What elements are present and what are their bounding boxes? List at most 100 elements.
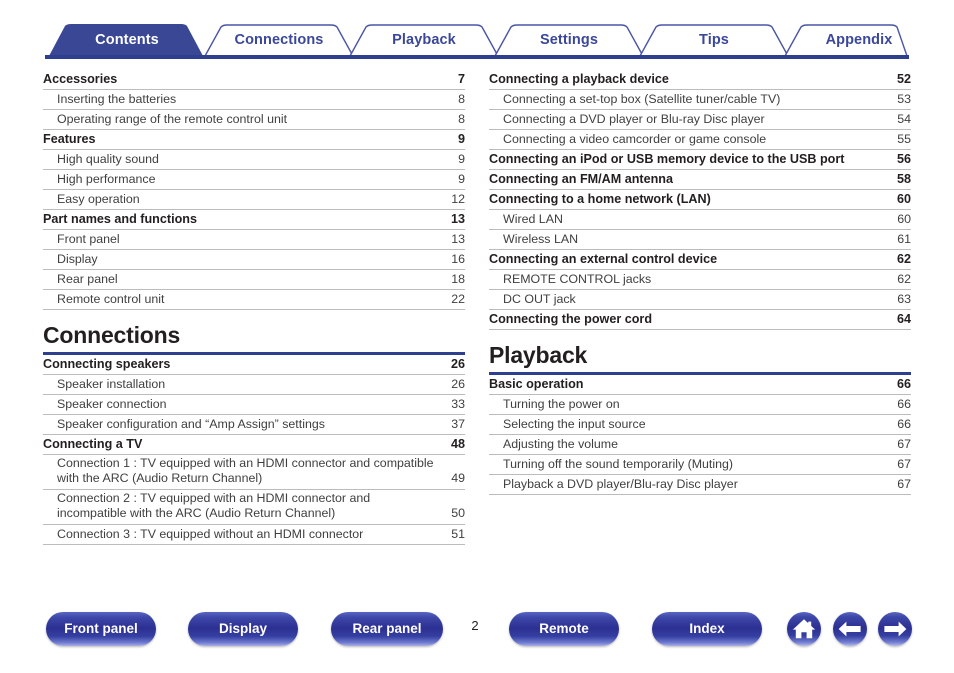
toc-entry-page: 52 xyxy=(896,72,911,86)
toc-entry-title: Features xyxy=(43,132,96,146)
toc-entry-row[interactable]: Easy operation 12 xyxy=(43,190,465,210)
tab-settings[interactable]: Settings xyxy=(495,24,643,56)
index-button[interactable]: Index xyxy=(652,612,762,646)
page-number: 2 xyxy=(471,618,479,633)
toc-entry-page: 37 xyxy=(451,416,465,431)
tab-appendix[interactable]: Appendix xyxy=(785,24,933,56)
toc-entry-title: Rear panel xyxy=(57,272,118,286)
forward-button[interactable] xyxy=(878,612,912,646)
toc-entry-page: 66 xyxy=(896,376,911,391)
toc-entry-row[interactable]: DC OUT jack 63 xyxy=(489,290,911,310)
toc-entry-page: 53 xyxy=(897,92,911,106)
toc-entry-title: Connecting an external control device xyxy=(489,252,718,266)
toc-entry-title: Connection 1 : TV equipped with an HDMI … xyxy=(57,455,434,486)
remote-button[interactable]: Remote xyxy=(509,612,619,646)
toc-entry-title: Connecting a video camcorder or game con… xyxy=(503,132,767,146)
toc-entry-row[interactable]: Rear panel 18 xyxy=(43,270,465,290)
toc-entry-row[interactable]: Speaker installation 26 xyxy=(43,375,465,395)
toc-chapter-row[interactable]: Connecting the power cord 64 xyxy=(489,310,911,330)
toc-entry-row[interactable]: Wireless LAN 61 xyxy=(489,230,911,250)
toc-entry-title: Connection 3 : TV equipped without an HD… xyxy=(57,526,364,541)
toc-entry-row[interactable]: High quality sound 9 xyxy=(43,150,465,170)
toc-chapter-row[interactable]: Accessories 7 xyxy=(43,70,465,90)
toc-entry-page: 8 xyxy=(458,92,465,106)
tab-connections[interactable]: Connections xyxy=(205,24,353,56)
toc-entry-page: 33 xyxy=(451,396,465,411)
toc-entry-title: Connecting the power cord xyxy=(489,312,653,326)
toc-chapter-row[interactable]: Part names and functions 13 xyxy=(43,210,465,230)
toc-chapter-row[interactable]: Features 9 xyxy=(43,130,465,150)
rear-panel-button[interactable]: Rear panel xyxy=(331,612,443,646)
toc-entry-page: 48 xyxy=(450,436,465,451)
toc-entry-page: 12 xyxy=(451,192,465,206)
toc-entry-row[interactable]: Turning the power on 66 xyxy=(489,395,911,415)
tab-bar: Contents Connections Playback Settings T… xyxy=(45,24,909,60)
toc-entry-title: Connecting a playback device xyxy=(489,72,669,86)
toc-entry-title: Connecting a DVD player or Blu-ray Disc … xyxy=(503,112,765,126)
back-button[interactable] xyxy=(833,612,867,646)
toc-entry-row[interactable]: Speaker connection 33 xyxy=(43,395,465,415)
toc-entry-row[interactable]: Adjusting the volume 67 xyxy=(489,435,911,455)
toc-chapter-row[interactable]: Connecting an FM/AM antenna 58 xyxy=(489,170,911,190)
toc-entry-row[interactable]: Remote control unit 22 xyxy=(43,290,465,310)
toc-entry-row[interactable]: High performance 9 xyxy=(43,170,465,190)
toc-entry-page: 58 xyxy=(896,172,911,186)
toc-entry-page: 64 xyxy=(896,312,911,326)
toc-entry-title: Connecting an FM/AM antenna xyxy=(489,172,674,186)
toc-entry-title: Adjusting the volume xyxy=(503,436,619,451)
toc-entry-title: High quality sound xyxy=(57,152,159,166)
toc-entry-page: 62 xyxy=(897,272,911,286)
toc-chapter-row[interactable]: Connecting speakers 26 xyxy=(43,355,465,375)
toc-entry-page: 67 xyxy=(897,476,911,491)
arrow-left-icon xyxy=(838,621,861,637)
toc-entry-row[interactable]: Inserting the batteries 8 xyxy=(43,90,465,110)
front-panel-button[interactable]: Front panel xyxy=(46,612,156,646)
toc-entry-title: DC OUT jack xyxy=(503,292,576,306)
tab-playback[interactable]: Playback xyxy=(350,24,498,56)
toc-entry-row[interactable]: Speaker configuration and “Amp Assign” s… xyxy=(43,415,465,435)
toc-entry-title: Connecting a set-top box (Satellite tune… xyxy=(503,92,781,106)
toc-entry-row[interactable]: Connection 3 : TV equipped without an HD… xyxy=(43,525,465,545)
toc-entry-row[interactable]: Connecting a set-top box (Satellite tune… xyxy=(489,90,911,110)
toc-entry-page: 13 xyxy=(450,212,465,226)
toc-chapter-row[interactable]: Connecting an iPod or USB memory device … xyxy=(489,150,911,170)
toc-entry-page: 50 xyxy=(451,506,465,521)
toc-entry-page: 9 xyxy=(458,172,465,186)
toc-entry-row[interactable]: Connecting a video camcorder or game con… xyxy=(489,130,911,150)
toc-entry-page: 54 xyxy=(897,112,911,126)
tab-contents[interactable]: Contents xyxy=(53,24,201,56)
toc-entry-row[interactable]: REMOTE CONTROL jacks 62 xyxy=(489,270,911,290)
toc-entry-page: 18 xyxy=(451,272,465,286)
toc-chapter-row[interactable]: Connecting a playback device 52 xyxy=(489,70,911,90)
toc-entry-title: Part names and functions xyxy=(43,212,197,226)
toc-entry-row[interactable]: Wired LAN 60 xyxy=(489,210,911,230)
toc-entry-row[interactable]: Playback a DVD player/Blu-ray Disc playe… xyxy=(489,475,911,495)
toc-entry-row[interactable]: Connection 2 : TV equipped with an HDMI … xyxy=(43,490,465,525)
toc-entry-row[interactable]: Front panel 13 xyxy=(43,230,465,250)
toc-entry-title: Turning off the sound temporarily (Mutin… xyxy=(503,456,734,471)
toc-entry-page: 13 xyxy=(451,232,465,246)
toc-chapter-row[interactable]: Basic operation 66 xyxy=(489,375,911,395)
toc-entry-page: 22 xyxy=(451,292,465,306)
toc-entry-row[interactable]: Display 16 xyxy=(43,250,465,270)
toc-entry-title: Remote control unit xyxy=(57,292,165,306)
toc-column-left: Accessories 7 Inserting the batteries 8 Oper… xyxy=(43,70,465,545)
tab-tips[interactable]: Tips xyxy=(640,24,788,56)
toc-entry-row[interactable]: Operating range of the remote control un… xyxy=(43,110,465,130)
toc-chapter-row[interactable]: Connecting a TV 48 xyxy=(43,435,465,455)
toc-chapter-row[interactable]: Connecting to a home network (LAN) 60 xyxy=(489,190,911,210)
toc-entry-title: Connecting an iPod or USB memory device … xyxy=(489,152,845,166)
footer-toolbar: Front panel Display Rear panel Remote In… xyxy=(0,612,954,662)
toc-entry-title: Connection 2 : TV equipped with an HDMI … xyxy=(57,490,371,521)
toc-entry-title: Turning the power on xyxy=(503,396,620,411)
toc-entry-row[interactable]: Connection 1 : TV equipped with an HDMI … xyxy=(43,455,465,490)
toc-entry-row[interactable]: Turning off the sound temporarily (Mutin… xyxy=(489,455,911,475)
home-button[interactable] xyxy=(787,612,821,646)
display-button[interactable]: Display xyxy=(188,612,298,646)
toc-entry-page: 16 xyxy=(451,252,465,266)
toc-entry-page: 66 xyxy=(897,416,911,431)
toc-entry-row[interactable]: Selecting the input source 66 xyxy=(489,415,911,435)
toc-entry-row[interactable]: Connecting a DVD player or Blu-ray Disc … xyxy=(489,110,911,130)
toc-entry-title: Front panel xyxy=(57,232,120,246)
toc-chapter-row[interactable]: Connecting an external control device 62 xyxy=(489,250,911,270)
